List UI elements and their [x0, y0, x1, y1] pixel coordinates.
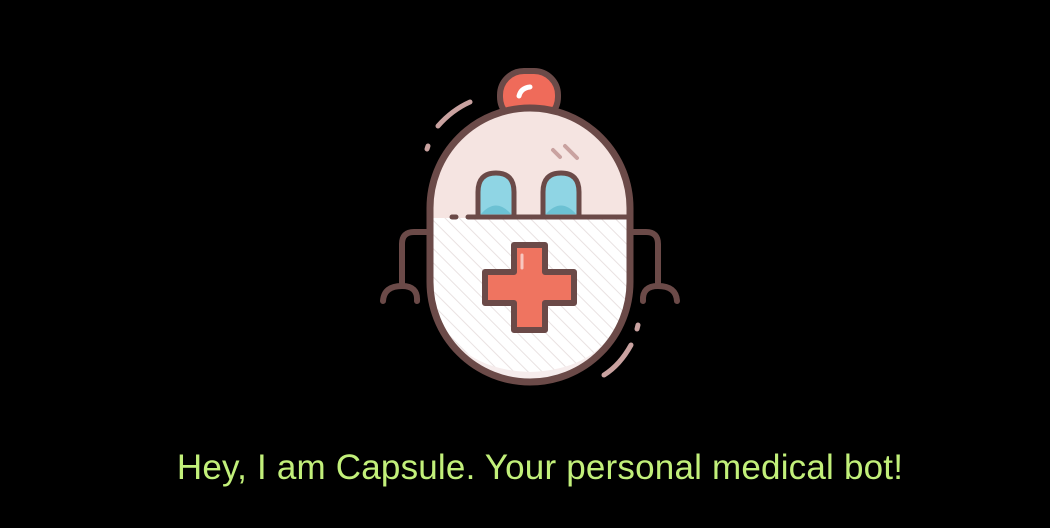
welcome-message: Hey, I am Capsule. Your personal medical…: [176, 448, 904, 487]
capsule-robot-icon: [380, 68, 680, 386]
